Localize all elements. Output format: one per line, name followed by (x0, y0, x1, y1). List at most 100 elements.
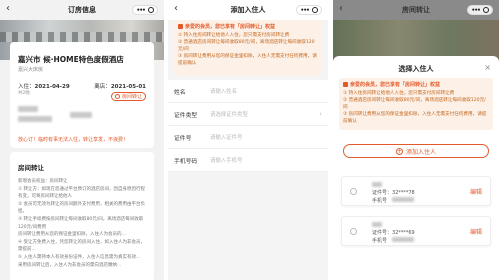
id-type-field[interactable]: 证件类型 请选择证件类型 › (168, 103, 328, 126)
add-guest-label: 添加入住人 (405, 148, 436, 156)
more-icon[interactable]: ••• (300, 7, 309, 14)
rule-line: ① 转让方：如现在您通过平台预订的酒店房间，因自身原因行程有变，可将房间转让给他… (18, 186, 145, 200)
rule-line: 房间转让费用从您的保证金里扣除，入住人为会员的... (18, 232, 126, 238)
sheet-title: 选择入住人 (398, 65, 434, 73)
close-icon[interactable]: × (484, 63, 491, 72)
id-number-field[interactable]: 证件号 请输入证件号 (168, 126, 328, 149)
checkin: 入住：2021-04-29 (18, 82, 70, 90)
rule-line: ④ 受让方免费入住，凭您转让的房间入住，如入住人为非会员，需提前... (18, 239, 145, 253)
rule-line: 新增会员权益：房间转让 (18, 179, 68, 184)
redacted-name (372, 222, 382, 227)
page-title: 订房信息 (68, 6, 96, 14)
checkin-date: 2021-04-29 (34, 84, 70, 90)
guest-phone: 手机号 (372, 198, 388, 204)
back-icon[interactable]: ‹ (339, 4, 343, 14)
header: ‹ 订房信息 ••• (0, 0, 164, 20)
notice-item: ③ 房间转让费用从您的保证金里扣除，入住人无需支付任何费用，请提前确认 (343, 112, 487, 124)
room-transfer-button[interactable]: 房间转让 (110, 92, 146, 101)
screen-add-guest: ‹ 添加入住人 ••• 亲爱的会员，您已享有「房间转让」权益 ① 持入住房间转让… (168, 0, 328, 280)
close-miniapp-icon[interactable] (482, 7, 489, 13)
stay-dates: 入住：2021-04-29 离店：2021-05-01 (18, 82, 146, 90)
notice-header: 亲爱的会员，您已享有「房间转让」权益 (178, 23, 318, 30)
select-guest-sheet: 选择入住人 × 亲爱的会员，您已享有「房间转让」权益 ① 持入住房间转让给他人入… (333, 56, 499, 280)
guest-phone: 手机号 (372, 238, 388, 244)
header: ‹ 添加入住人 ••• (168, 0, 328, 20)
notice-header: 亲爱的会员，您已享有「房间转让」权益 (343, 81, 489, 88)
rules-text: 新增会员权益：房间转让 ① 转让方：如现在您通过平台预订的酒店房间，因自身原因行… (18, 178, 148, 269)
phone-input[interactable]: 请输入手机号 (210, 156, 322, 164)
screen-order-info: ‹ 订房信息 ••• 嘉兴市 候·HOME特色度假酒店 嘉兴大床房 入住：202… (0, 0, 164, 280)
capsule-menu[interactable]: ••• (467, 5, 493, 15)
screen-select-guest: ‹ 房间转让 ••• 选择入住人 × 亲爱的会员，您已享有「房间转让」权益 ① … (333, 0, 499, 280)
back-icon[interactable]: ‹ (174, 4, 178, 14)
redacted-phone (392, 237, 414, 242)
notice-title: 亲爱的会员，您已享有「房间转让」权益 (185, 24, 276, 30)
checkout-date: 2021-05-01 (110, 84, 146, 90)
guest-item[interactable]: 证件号：32****78 手机号 编辑 (341, 176, 491, 206)
capsule-menu[interactable]: ••• (296, 5, 322, 15)
room-type: 嘉兴大床房 (18, 67, 44, 73)
member-notice: 亲爱的会员，您已享有「房间转让」权益 ① 持入住房间转让给他人入住，您只需支付房… (174, 20, 322, 76)
field-label: 证件类型 (174, 112, 198, 119)
check-icon (178, 24, 183, 29)
field-label: 证件号 (174, 135, 192, 142)
redacted-name (372, 182, 382, 187)
notice-item: ③ 房间转让费用从您的保证金里扣除，入住人无需支付任何费用，请提前确认 (178, 54, 317, 66)
name-input[interactable]: 请输入姓名 (210, 87, 322, 95)
guest-form: 姓名 请输入姓名 证件类型 请选择证件类型 › 证件号 请输入证件号 手机号码 … (168, 80, 328, 172)
page-title: 房间转让 (402, 6, 430, 14)
guest-id: 证件号：32****78 (372, 189, 415, 196)
id-number-input[interactable]: 请输入证件号 (210, 133, 322, 141)
redacted-info (18, 116, 52, 122)
rule-line: ③ 转让手续费按房间转让每间收取80元/间，离场酒店每间收取120元/间费用 (18, 216, 144, 230)
radio-button[interactable] (350, 228, 357, 235)
back-icon[interactable]: ‹ (6, 4, 10, 14)
redacted-phone (392, 197, 414, 202)
header: ‹ 房间转让 ••• (333, 0, 499, 20)
nights-count: 共2晚 (18, 91, 30, 96)
rule-line: ⑤ 入住人需持本人有效身份证件，入住人信息需为真实有效... (18, 254, 141, 260)
field-label: 手机号码 (174, 158, 198, 165)
id-label: 证件号： (372, 230, 393, 236)
transfer-icon (114, 94, 120, 99)
notice-item: ② 普通酒店房间转让每间收取80元/间，离场酒店转让每间收取120元/间 (178, 40, 315, 52)
id-value: 32****78 (392, 190, 415, 196)
notice-item: ① 持入住房间转让给他人入住，您只需支付房间转让费 (178, 33, 290, 38)
notice-item: ② 普通酒店房间转让每间收取80元/间，离场酒店转让每间收取120元/间 (343, 98, 486, 110)
add-guest-button[interactable]: + 添加入住人 (343, 144, 489, 158)
more-icon[interactable]: ••• (136, 7, 145, 14)
plus-icon: + (395, 147, 403, 155)
field-label: 姓名 (174, 89, 186, 96)
redacted-info (18, 106, 38, 112)
check-icon (343, 82, 348, 87)
hotel-name: 嘉兴市 候·HOME特色度假酒店 (18, 55, 124, 64)
id-value: 32****69 (392, 230, 415, 236)
guest-item[interactable]: 证件号：32****69 手机号 编辑 (341, 216, 491, 246)
rule-line: 采用房间转让后，入住人为非会员的需向酒店缴纳... (18, 262, 122, 268)
checkout-label: 离店： (94, 84, 111, 90)
close-miniapp-icon[interactable] (147, 7, 154, 13)
id-label: 证件号： (372, 190, 393, 196)
transfer-tip: 放心订！临时有事无法入住，转让享发，不浪费！ (18, 137, 129, 143)
notice-item: ① 持入住房间转让给他人入住，您只需支付房间转让费 (343, 91, 455, 96)
rules-card: 房间转让 新增会员权益：房间转让 ① 转让方：如现在您通过平台预订的酒店房间，因… (10, 152, 154, 280)
page-title: 添加入住人 (230, 6, 266, 14)
radio-button[interactable] (350, 188, 357, 195)
close-miniapp-icon[interactable] (311, 7, 318, 13)
guest-id: 证件号：32****69 (372, 229, 415, 236)
redacted-info (70, 112, 92, 118)
member-notice: 亲爱的会员，您已享有「房间转让」权益 ① 持入住房间转让给他人入住，您只需支付房… (339, 78, 493, 130)
rule-line: ② 会员可无须为转让的房间额外支付费用，相关的费用由平台负担， (18, 201, 145, 215)
checkout: 离店：2021-05-01 (94, 82, 146, 90)
more-icon[interactable]: ••• (471, 7, 480, 14)
notice-title: 亲爱的会员，您已享有「房间转让」权益 (350, 82, 441, 88)
chevron-right-icon: › (319, 110, 322, 118)
name-field[interactable]: 姓名 请输入姓名 (168, 80, 328, 103)
room-transfer-label: 房间转让 (121, 94, 142, 100)
capsule-menu[interactable]: ••• (132, 5, 158, 15)
id-type-select[interactable]: 请选择证件类型 (210, 110, 319, 118)
phone-field[interactable]: 手机号码 请输入手机号 (168, 149, 328, 172)
edit-button[interactable]: 编辑 (470, 187, 482, 196)
edit-button[interactable]: 编辑 (470, 227, 482, 236)
rules-title: 房间转让 (18, 164, 44, 172)
